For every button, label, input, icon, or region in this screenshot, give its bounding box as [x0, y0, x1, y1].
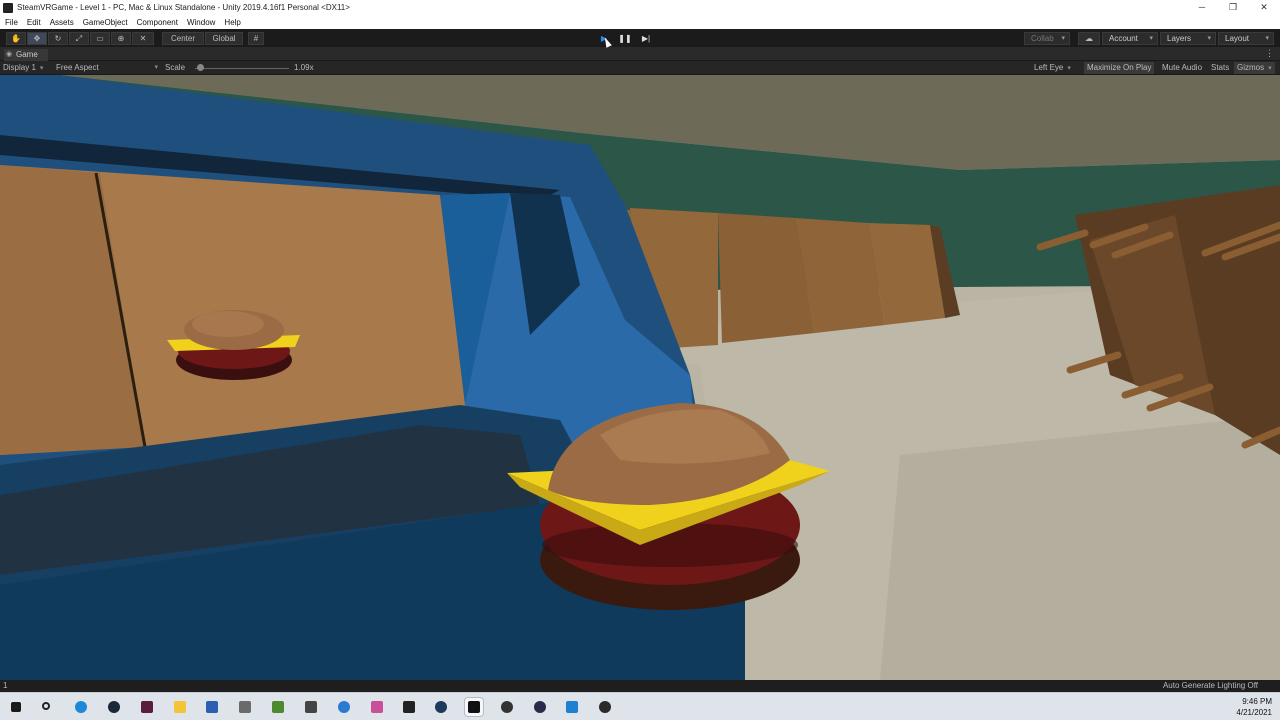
scale-slider-track[interactable]: [195, 68, 289, 69]
game-tab-strip: Game ⋮: [0, 48, 1280, 61]
menu-gameobject[interactable]: GameObject: [83, 18, 128, 27]
maximize-on-play-toggle[interactable]: Maximize On Play: [1084, 62, 1155, 74]
hand-tool-icon[interactable]: ✋: [6, 32, 26, 45]
scale-label: Scale: [165, 63, 186, 72]
tab-game-label: Game: [16, 50, 38, 59]
move-tool-icon[interactable]: ✥: [27, 32, 47, 45]
menu-bar: File Edit Assets GameObject Component Wi…: [0, 15, 1280, 29]
floor-shadow: [880, 415, 1280, 680]
window-titlebar: SteamVRGame - Level 1 - PC, Mac & Linux …: [0, 0, 1280, 15]
scale-slider-handle[interactable]: [197, 64, 205, 71]
edge-browser-icon[interactable]: [72, 698, 90, 716]
account-label: Account: [1109, 34, 1138, 43]
menu-window[interactable]: Window: [187, 18, 215, 27]
aspect-chevron-icon: ▾: [154, 64, 158, 71]
minimize-button[interactable]: ─: [1186, 0, 1218, 15]
pause-button[interactable]: ❚❚: [616, 32, 634, 45]
space-global-toggle[interactable]: Global: [205, 32, 243, 45]
close-button[interactable]: ✕: [1248, 0, 1280, 15]
recorder-icon[interactable]: [498, 698, 516, 716]
clock-date: 4/21/2021: [1236, 708, 1272, 717]
media-app-icon[interactable]: [400, 698, 418, 716]
aspect-dropdown[interactable]: Free Aspect ▾: [56, 62, 158, 74]
account-dropdown[interactable]: Account: [1102, 32, 1158, 45]
status-bar: 1 Auto Generate Lighting Off: [0, 680, 1280, 692]
menu-file[interactable]: File: [5, 18, 18, 27]
restore-button[interactable]: ❐: [1217, 0, 1249, 15]
stats-toggle[interactable]: Stats: [1208, 62, 1232, 74]
search-icon[interactable]: [38, 698, 56, 716]
pivot-center-toggle[interactable]: Center: [162, 32, 204, 45]
file-explorer-icon[interactable]: [171, 698, 189, 716]
game-viewport[interactable]: [0, 75, 1280, 680]
vscode-icon[interactable]: [563, 698, 581, 716]
layout-dropdown[interactable]: Layout: [1218, 32, 1274, 45]
collab-label: Collab: [1031, 34, 1054, 43]
custom-tool-icon[interactable]: ✕: [132, 32, 154, 45]
grid-snap-icon[interactable]: #: [248, 32, 264, 45]
menu-assets[interactable]: Assets: [50, 18, 74, 27]
steam-icon[interactable]: [105, 698, 123, 716]
clock-time: 9:46 PM: [1242, 697, 1272, 706]
layout-label: Layout: [1225, 34, 1250, 43]
display-dropdown[interactable]: Display 1: [3, 62, 43, 74]
gizmos-dropdown[interactable]: Gizmos: [1234, 62, 1275, 74]
unity-hub-icon[interactable]: [302, 698, 320, 716]
menu-component[interactable]: Component: [137, 18, 178, 27]
system-clock[interactable]: 9:46 PM 4/21/2021: [1236, 696, 1272, 718]
game-scene: [0, 75, 1280, 680]
menu-edit[interactable]: Edit: [27, 18, 41, 27]
blue-app-icon[interactable]: [335, 698, 353, 716]
step-button[interactable]: ▶|: [637, 32, 655, 45]
obs-icon[interactable]: [596, 698, 614, 716]
window-title: SteamVRGame - Level 1 - PC, Mac & Linux …: [17, 3, 350, 12]
game-app-icon[interactable]: [236, 698, 254, 716]
rotate-tool-icon[interactable]: ↻: [48, 32, 68, 45]
windows-taskbar: 9:46 PM 4/21/2021: [0, 692, 1280, 720]
layers-label: Layers: [1167, 34, 1192, 43]
space-global-label: Global: [212, 34, 236, 43]
rect-tool-icon[interactable]: ▭: [90, 32, 110, 45]
steam-vr-icon[interactable]: [432, 698, 450, 716]
tab-menu-icon[interactable]: ⋮: [1265, 48, 1274, 59]
cloud-icon[interactable]: ☁: [1078, 32, 1100, 45]
windows-start-icon[interactable]: [7, 698, 25, 716]
menu-help[interactable]: Help: [224, 18, 240, 27]
scale-value: 1.09x: [294, 63, 314, 72]
status-lighting: Auto Generate Lighting Off: [1162, 681, 1258, 690]
main-toolbar: ✋ ✥ ↻ ⤢ ▭ ⊕ ✕ Center Global # ▶ ❚❚ ▶| Co…: [0, 29, 1280, 48]
tab-game[interactable]: Game: [4, 49, 48, 61]
pivot-center-label: Center: [170, 34, 195, 43]
aspect-label: Free Aspect: [56, 63, 99, 72]
minecraft-icon[interactable]: [269, 698, 287, 716]
game-view-bar: Display 1 Free Aspect ▾ Scale 1.09x Left …: [0, 61, 1280, 75]
unity-app-icon: [3, 2, 13, 13]
transform-tool-icon[interactable]: ⊕: [111, 32, 131, 45]
app-icon[interactable]: [138, 698, 156, 716]
scale-tool-icon[interactable]: ⤢: [69, 32, 89, 45]
collab-dropdown[interactable]: Collab: [1024, 32, 1070, 45]
unity-editor-icon[interactable]: [464, 697, 484, 717]
word-icon[interactable]: [203, 698, 221, 716]
snip-icon[interactable]: [368, 698, 386, 716]
vr-app-icon[interactable]: [531, 698, 549, 716]
eye-dropdown[interactable]: Left Eye: [1034, 62, 1071, 74]
status-console-count: 1: [3, 681, 8, 690]
mute-audio-toggle[interactable]: Mute Audio: [1159, 62, 1205, 74]
layers-dropdown[interactable]: Layers: [1160, 32, 1216, 45]
